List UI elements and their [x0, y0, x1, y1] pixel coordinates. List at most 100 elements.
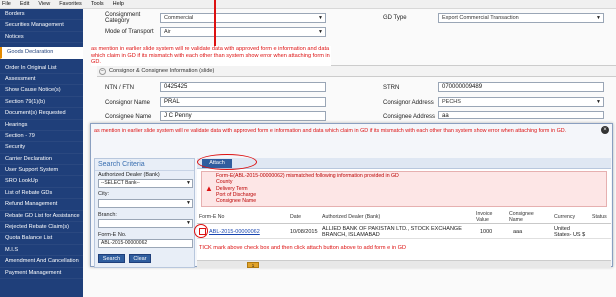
sidebar: Borders Securities Management Notices Go… [0, 9, 83, 297]
checkbox-highlight [194, 224, 208, 238]
sidebar-item-notices[interactable]: Notices [0, 32, 83, 44]
sidebar-item-rejected-rebate[interactable]: Rejected Rebate Claim(s) [0, 222, 83, 234]
menu-edit[interactable]: Edit [20, 1, 29, 7]
menu-view[interactable]: View [38, 1, 50, 7]
sidebar-item-payment-management[interactable]: Payment Management [0, 268, 83, 279]
col-invoice: Invoice Value [476, 211, 493, 223]
strn-input[interactable]: 070000009489 [438, 82, 604, 92]
menu-bar: File Edit View Favorites Tools Help [0, 0, 616, 9]
consignee-address-input[interactable]: aa [438, 111, 604, 119]
consignee-name-label: Consignee Name [105, 114, 152, 120]
sidebar-item-goods-declaration[interactable]: Goods Declaration [0, 47, 83, 59]
branch-label: Branch: [98, 212, 117, 218]
menu-favorites[interactable]: Favorites [59, 1, 82, 7]
dealer-label: Authorized Dealer (Bank) [98, 172, 160, 178]
city-label: City: [98, 191, 109, 197]
chevron-down-icon: ▼ [186, 200, 191, 206]
sidebar-item-assessment[interactable]: Assessment [0, 74, 83, 86]
sidebar-item-security[interactable]: Security [0, 142, 83, 154]
city-select[interactable]: ▼ [98, 199, 193, 208]
consignment-category-value: Commercial [164, 15, 194, 21]
gd-type-select[interactable]: Export Commercial Transaction ▼ [438, 13, 604, 23]
consignee-name-input[interactable]: J C Penny [160, 111, 326, 121]
chevron-down-icon: ▼ [186, 220, 191, 226]
mode-of-transport-label: Mode of Transport [105, 29, 154, 35]
mode-of-transport-value: Air [164, 29, 171, 35]
row-invoice: 1000 [480, 229, 493, 235]
table-header: Form-E No Date Authorized Dealer (Bank) … [197, 210, 611, 224]
chevron-down-icon: ▼ [318, 15, 323, 21]
annotation-note-dialog: as mention in earlier slide system will … [94, 128, 567, 134]
sidebar-item-hearings[interactable]: Hearings [0, 120, 83, 131]
consignor-address-value: PECHS [442, 99, 461, 105]
consignment-category-select[interactable]: Commercial ▼ [160, 13, 326, 23]
sidebar-item-carrier-declaration[interactable]: Carrier Declaration [0, 154, 83, 166]
chevron-down-icon: ▼ [318, 29, 323, 35]
sidebar-item-section-79[interactable]: Section - 79 [0, 131, 83, 143]
col-dealer: Authorized Dealer (Bank) [322, 214, 381, 220]
row-dealer: ALLIED BANK OF PAKISTAN LTD., STOCK EXCH… [322, 226, 462, 238]
sidebar-item-mis[interactable]: M.I.S [0, 245, 83, 257]
row-currency: United States- US $ [554, 226, 586, 238]
strn-label: STRN [383, 85, 400, 91]
consignor-address-label: Consignor Address [383, 100, 434, 106]
sidebar-item-rebate-gd-assistance[interactable]: Rebate GD List for Assistance [0, 211, 83, 223]
sidebar-item-amendment[interactable]: Amendment And Cancellation [0, 256, 83, 268]
sidebar-item-securities-management[interactable]: Securities Management [0, 20, 83, 32]
sidebar-item-sro-lookup[interactable]: SRO LookUp [0, 176, 83, 188]
forme-label: Form-E No. [98, 232, 127, 238]
sidebar-item-show-cause-notice[interactable]: Show Cause Notice(s) [0, 85, 83, 97]
consignment-category-label: Consignment Category [105, 12, 141, 24]
col-date: Date [290, 214, 301, 220]
ntn-input[interactable]: 0425425 [160, 82, 326, 92]
gd-type-value: Export Commercial Transaction [442, 15, 519, 21]
page-number[interactable]: 1 [247, 262, 259, 268]
col-currency: Currency [554, 214, 576, 220]
consignor-consignee-section[interactable]: − Consignor & Consignee Information (sli… [97, 65, 616, 77]
menu-tools[interactable]: Tools [91, 1, 104, 7]
error-line: Form-E(ABL-2015-00000062) mismatched fol… [216, 173, 399, 179]
warning-icon: ▲ [205, 184, 213, 193]
dealer-select[interactable]: --SELECT Bank-- ▼ [98, 179, 193, 188]
search-button[interactable]: Search [98, 254, 125, 263]
results-panel: Attach ▲ Form-E(ABL-2015-00000062) misma… [194, 154, 611, 268]
chevron-down-icon: ▼ [186, 180, 191, 186]
gd-type-label: GD Type [383, 15, 407, 21]
sidebar-item-order-in-original[interactable]: Order In Original List [0, 63, 83, 74]
section-title: Consignor & Consignee Information (slide… [109, 68, 215, 74]
search-criteria-panel: Search Criteria Authorized Dealer (Bank)… [94, 158, 195, 268]
close-icon[interactable]: × [601, 126, 609, 134]
forme-input[interactable]: ABL-2015-00000062 [98, 239, 193, 248]
error-message: ▲ Form-E(ABL-2015-00000062) mismatched f… [201, 171, 607, 207]
row-date: 10/08/2015 [290, 229, 318, 235]
annotation-note: as mention in earlier slide system will … [91, 46, 331, 66]
dealer-placeholder: --SELECT Bank-- [101, 180, 140, 186]
search-criteria-title: Search Criteria [95, 159, 194, 171]
annotation-note-bottom: TICK mark above check box and then click… [199, 245, 407, 251]
clear-button[interactable]: Clear [129, 254, 151, 263]
consignor-name-input[interactable]: PRAL [160, 97, 326, 107]
forme-link[interactable]: ABL-2015-00000062 [209, 229, 260, 235]
attach-highlight [197, 154, 257, 170]
form-e-dialog: as mention in earlier slide system will … [90, 123, 613, 268]
annotation-arrow [214, 0, 216, 48]
sidebar-item-borders[interactable]: Borders [0, 9, 83, 21]
sidebar-item-quota-balance[interactable]: Quota Balance List [0, 233, 83, 245]
col-consignee: Consignee Name [509, 211, 534, 223]
sidebar-item-user-support[interactable]: User Support System [0, 165, 83, 177]
sidebar-item-section-79-1-b[interactable]: Section 79(1)(b) [0, 97, 83, 109]
consignor-address-select[interactable]: PECHS ▼ [438, 97, 604, 107]
chevron-down-icon: ▼ [596, 99, 601, 105]
chevron-down-icon: ▼ [596, 15, 601, 21]
menu-help[interactable]: Help [113, 1, 124, 7]
branch-select[interactable]: ▼ [98, 219, 193, 228]
collapse-icon[interactable]: − [99, 68, 106, 75]
sidebar-item-documents-requested[interactable]: Document(s) Requested [0, 108, 83, 120]
sidebar-item-rebate-gds[interactable]: List of Rebate GDs [0, 188, 83, 200]
mode-of-transport-select[interactable]: Air ▼ [160, 27, 326, 37]
pagination-bar: 1 [197, 260, 611, 268]
menu-file[interactable]: File [2, 1, 11, 7]
ntn-label: NTN / FTN [105, 85, 134, 91]
sidebar-item-refund-management[interactable]: Refund Management [0, 199, 83, 211]
consignee-address-label: Consignee Address [383, 114, 436, 120]
